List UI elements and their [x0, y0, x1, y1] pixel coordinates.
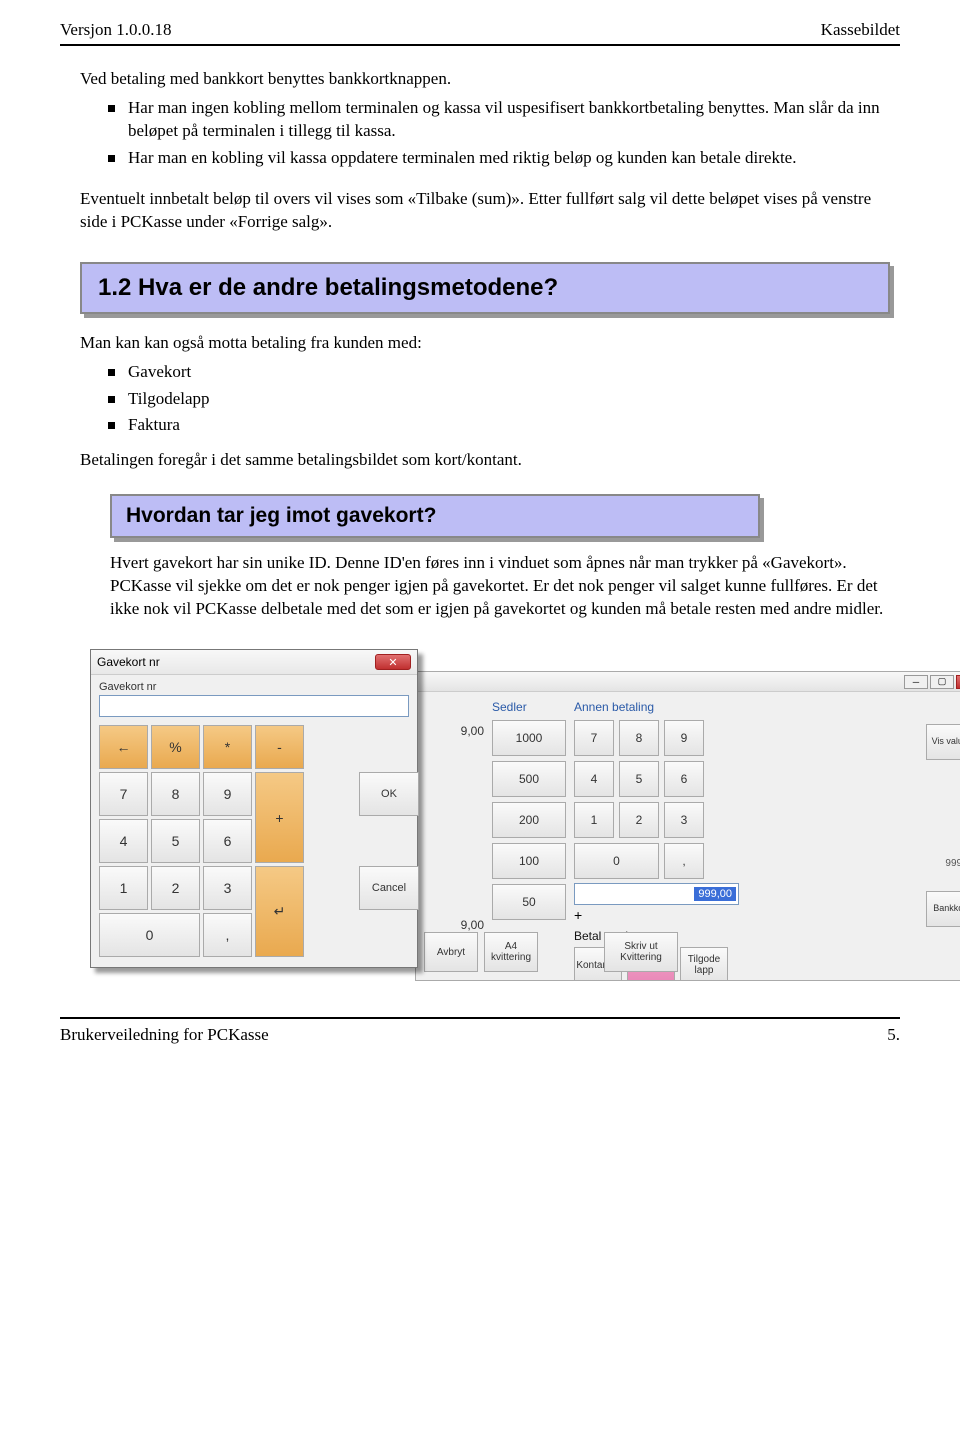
comma-key[interactable]: , — [203, 913, 252, 957]
plus-label: + — [574, 907, 739, 923]
sedler-1000-button[interactable]: 1000 — [492, 720, 566, 756]
gavekort-dialog: Gavekort nr ✕ Gavekort nr ← % * - 7 8 — [90, 649, 418, 968]
paragraph: Betalingen foregår i det samme betalings… — [80, 449, 890, 472]
numpad-0[interactable]: 0 — [574, 843, 659, 879]
key-5[interactable]: 5 — [151, 819, 200, 863]
numpad-comma[interactable]: , — [664, 843, 704, 879]
amount-display[interactable]: 999,00 — [574, 883, 739, 905]
cancel-button[interactable]: Cancel — [359, 866, 419, 910]
amount-sub: 999,00 — [926, 858, 960, 869]
numpad-2[interactable]: 2 — [619, 802, 659, 838]
key-4[interactable]: 4 — [99, 819, 148, 863]
gavekort-field-label: Gavekort nr — [99, 681, 409, 693]
numpad-7[interactable]: 7 — [574, 720, 614, 756]
star-key[interactable]: * — [203, 725, 252, 769]
vis-valuta-button[interactable]: Vis valuta — [926, 724, 960, 760]
sedler-500-button[interactable]: 500 — [492, 761, 566, 797]
sedler-50-button[interactable]: 50 — [492, 884, 566, 920]
list-item: Har man ingen kobling mellom terminalen … — [108, 97, 890, 143]
numpad-6[interactable]: 6 — [664, 761, 704, 797]
gavekort-id-input[interactable] — [99, 695, 409, 717]
sedler-100-button[interactable]: 100 — [492, 843, 566, 879]
key-0[interactable]: 0 — [99, 913, 200, 957]
enter-key[interactable]: ↵ — [255, 866, 304, 957]
skriv-ut-kvittering-button[interactable]: Skriv ut Kvittering — [604, 932, 678, 972]
numpad-8[interactable]: 8 — [619, 720, 659, 756]
plus-key[interactable]: + — [255, 772, 304, 863]
amount-value: 999,00 — [694, 887, 736, 901]
ok-button[interactable]: OK — [359, 772, 419, 816]
bullet-list-1: Har man ingen kobling mellom terminalen … — [80, 97, 890, 170]
key-1[interactable]: 1 — [99, 866, 148, 910]
annen-betaling-label: Annen betaling — [574, 700, 739, 714]
key-3[interactable]: 3 — [203, 866, 252, 910]
key-8[interactable]: 8 — [151, 772, 200, 816]
left-amount-bottom: 9,00 — [424, 918, 484, 932]
backspace-key[interactable]: ← — [99, 725, 148, 769]
close-icon[interactable]: ✕ — [956, 675, 960, 689]
paragraph: Hvert gavekort har sin unike ID. Denne I… — [80, 552, 890, 621]
list-item: Faktura — [108, 414, 890, 437]
numpad-3[interactable]: 3 — [664, 802, 704, 838]
footer-page-number: 5. — [887, 1025, 900, 1045]
screenshot-composite: ─ ▢ ✕ 9,00 9,00 Sedler 1000 500 — [80, 649, 890, 969]
main-content: Ved betaling med bankkort benyttes bankk… — [60, 68, 900, 969]
key-7[interactable]: 7 — [99, 772, 148, 816]
section-heading-1-2: 1.2 Hva er de andre betalingsmetodene? — [80, 262, 890, 314]
header-title: Kassebildet — [821, 20, 900, 40]
left-amount-top: 9,00 — [424, 724, 484, 738]
bullet-list-2: Gavekort Tilgodelapp Faktura — [80, 361, 890, 438]
list-item: Gavekort — [108, 361, 890, 384]
minimize-icon[interactable]: ─ — [904, 675, 928, 689]
version-text: Versjon 1.0.0.18 — [60, 20, 171, 40]
intro-paragraph: Ved betaling med bankkort benyttes bankk… — [80, 68, 890, 91]
numpad-1[interactable]: 1 — [574, 802, 614, 838]
a4-kvittering-button[interactable]: A4 kvittering — [484, 932, 538, 972]
close-icon[interactable]: ✕ — [375, 654, 411, 670]
page-header: Versjon 1.0.0.18 Kassebildet — [60, 20, 900, 46]
sedler-200-button[interactable]: 200 — [492, 802, 566, 838]
bankkort-button[interactable]: Bankkort — [926, 891, 960, 927]
maximize-icon[interactable]: ▢ — [930, 675, 954, 689]
key-6[interactable]: 6 — [203, 819, 252, 863]
dialog-title: Gavekort nr — [97, 655, 160, 669]
numpad-9[interactable]: 9 — [664, 720, 704, 756]
key-2[interactable]: 2 — [151, 866, 200, 910]
paragraph: Man kan kan også motta betaling fra kund… — [80, 332, 890, 355]
minus-key[interactable]: - — [255, 725, 304, 769]
key-9[interactable]: 9 — [203, 772, 252, 816]
footer-left: Brukerveiledning for PCKasse — [60, 1025, 269, 1045]
dialog-titlebar: Gavekort nr ✕ — [91, 650, 417, 675]
sedler-label: Sedler — [492, 700, 566, 714]
list-item: Har man en kobling vil kassa oppdatere t… — [108, 147, 890, 170]
numpad-5[interactable]: 5 — [619, 761, 659, 797]
payment-titlebar: ─ ▢ ✕ — [416, 672, 960, 692]
list-item: Tilgodelapp — [108, 388, 890, 411]
sub-heading-gavekort: Hvordan tar jeg imot gavekort? — [110, 494, 760, 538]
numpad-4[interactable]: 4 — [574, 761, 614, 797]
avbryt-button[interactable]: Avbryt — [424, 932, 478, 972]
percent-key[interactable]: % — [151, 725, 200, 769]
payment-window: ─ ▢ ✕ 9,00 9,00 Sedler 1000 500 — [415, 671, 960, 981]
page-footer: Brukerveiledning for PCKasse 5. — [60, 1017, 900, 1045]
paragraph: Eventuelt innbetalt beløp til overs vil … — [80, 188, 890, 234]
